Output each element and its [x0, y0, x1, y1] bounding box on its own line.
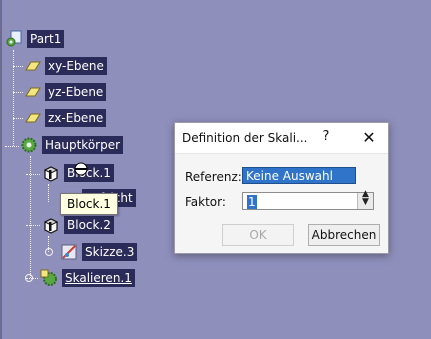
reference-field[interactable]: Keine Auswahl — [242, 167, 356, 184]
pad-block-icon — [43, 166, 59, 182]
tree-node-body[interactable]: Hauptkörper — [20, 135, 124, 155]
plane-icon — [25, 87, 41, 97]
dialog-titlebar[interactable]: Definition der Skali... ? ✕ — [175, 123, 388, 154]
dialog-title: Definition der Skali... — [182, 131, 308, 145]
plane-icon — [25, 113, 41, 123]
tree-connector — [13, 118, 23, 119]
spin-down-button[interactable]: ▼ — [357, 197, 373, 209]
plane-icon — [25, 61, 41, 71]
tree-node-yz-plane[interactable]: yz-Ebene — [24, 82, 107, 102]
tree-label-body[interactable]: Hauptkörper — [42, 136, 124, 154]
tree-leaf-marker — [45, 248, 53, 256]
tree-label-root[interactable]: Part1 — [27, 30, 65, 48]
tree-connector — [26, 225, 40, 226]
arrow-down-icon: ▼ — [362, 197, 369, 207]
sketch-icon — [61, 244, 77, 260]
tree-node-zx-plane[interactable]: zx-Ebene — [24, 108, 107, 128]
tree-node-root[interactable]: Part1 — [5, 29, 65, 49]
tree-connector — [5, 146, 19, 147]
tree-connector — [48, 184, 49, 202]
factor-spinbox[interactable]: 1 ▲ ▼ — [242, 189, 374, 210]
tree-connector — [13, 66, 23, 67]
tree-node-xy-plane[interactable]: xy-Ebene — [24, 56, 107, 76]
scale-icon — [40, 269, 57, 286]
tree-node-block2[interactable]: Block.2 — [42, 215, 114, 235]
tree-label-sketch3[interactable]: Skizze.3 — [82, 243, 138, 261]
ok-button[interactable]: OK — [222, 224, 294, 246]
close-button[interactable]: ✕ — [358, 127, 380, 149]
reference-label: Referenz: — [185, 170, 242, 184]
tree-node-scale1[interactable]: Skalieren.1 — [40, 268, 135, 288]
tree-label-xy-plane[interactable]: xy-Ebene — [45, 57, 107, 75]
tree-connector — [13, 92, 23, 93]
tree-label-zx-plane[interactable]: zx-Ebene — [45, 109, 107, 127]
tree-node-sketch3[interactable]: Skizze.3 — [60, 242, 138, 262]
factor-input[interactable]: 1 — [245, 194, 357, 209]
tree-label-block2[interactable]: Block.2 — [64, 216, 114, 234]
tooltip: Block.1 — [60, 193, 118, 215]
cancel-button[interactable]: Abbrechen — [308, 224, 380, 246]
tree-connector — [26, 174, 40, 175]
factor-label: Faktor: — [185, 195, 226, 209]
tree-leaf-marker — [25, 274, 33, 282]
tree-label-scale1[interactable]: Skalieren.1 — [62, 269, 135, 287]
help-button[interactable]: ? — [319, 129, 333, 144]
body-gear-icon — [21, 137, 37, 153]
tree-label-block1[interactable]: Block.1 — [64, 164, 114, 182]
scaling-dialog: Definition der Skali... ? ✕ Referenz: Ke… — [174, 122, 389, 254]
tree-connector — [13, 50, 14, 146]
cursor-icon — [74, 162, 88, 176]
part-icon — [6, 30, 22, 47]
window-edge — [0, 0, 2, 339]
factor-value: 1 — [247, 195, 257, 209]
tree-label-yz-plane[interactable]: yz-Ebene — [45, 83, 107, 101]
pad-block-icon — [43, 218, 59, 234]
